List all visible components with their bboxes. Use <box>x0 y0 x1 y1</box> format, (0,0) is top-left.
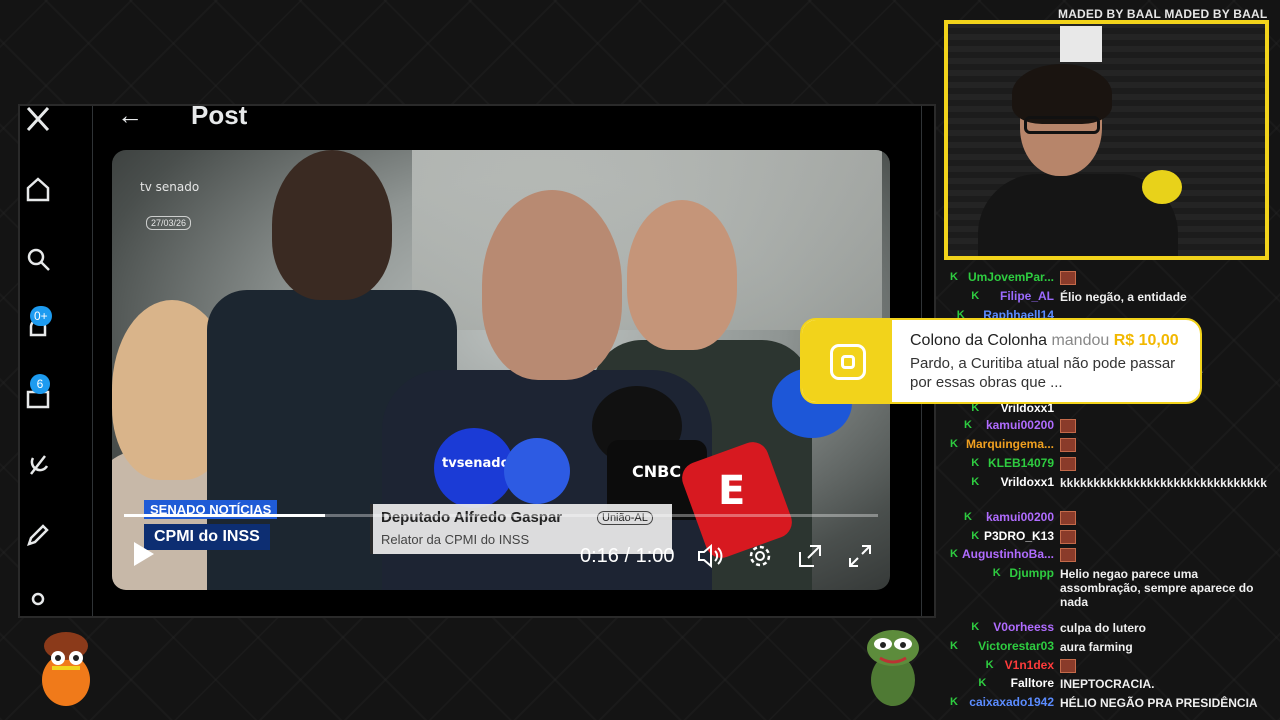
chat-emote <box>1060 548 1076 562</box>
cartoon-sticker <box>28 628 106 712</box>
chat-username[interactable]: AugustinhoBa... <box>962 547 1054 561</box>
chat-username[interactable]: P3DRO_K13 <box>984 529 1054 543</box>
pepe-frog-sticker <box>862 626 924 708</box>
fullscreen-icon[interactable] <box>846 542 874 570</box>
mic-label-cnbc: CNBC <box>632 462 682 481</box>
kick-badge-icon: K <box>964 419 972 431</box>
mic-label-e: E <box>718 468 746 514</box>
man-left-head <box>272 150 392 300</box>
donation-icon-bg <box>802 320 892 402</box>
donation-alert: Colono da Colonha mandou R$ 10,00 Pardo,… <box>800 318 1202 404</box>
mic-label-tvsenado: tvsenado <box>442 456 510 471</box>
webcam-frame <box>944 20 1269 260</box>
microphone <box>1142 170 1182 204</box>
video-progress-bar[interactable] <box>124 514 878 517</box>
channel-logo: tv senado <box>140 180 200 194</box>
write-icon[interactable] <box>24 522 52 550</box>
news-topic: CPMI do INSS <box>144 524 270 550</box>
webcam-title: MADED BY BAAL MADED BY BAAL <box>1058 7 1268 21</box>
chat-username[interactable]: caixaxado1942 <box>969 695 1054 709</box>
chat-message: Helio negao parece uma assombração, semp… <box>1060 567 1254 609</box>
chat-username[interactable]: Djumpp <box>1009 566 1054 580</box>
donation-user: Colono da Colonha <box>910 332 1047 349</box>
kick-badge-icon: K <box>950 548 958 560</box>
donation-action: mandou <box>1051 332 1110 349</box>
kick-badge-icon: K <box>950 640 958 652</box>
man-right-head <box>627 200 737 350</box>
picture-in-picture-icon[interactable] <box>796 542 824 570</box>
arrow-left-icon[interactable]: ← <box>117 100 143 131</box>
messages-badge: 6 <box>30 374 50 394</box>
chat-message: aura farming <box>1060 640 1133 654</box>
kick-badge-icon: K <box>992 567 1001 579</box>
kick-badge-icon: K <box>971 457 980 469</box>
chat-username[interactable]: V0orheess <box>993 620 1054 634</box>
streamer-glasses <box>1024 116 1100 134</box>
video-time: 0:16 / 1:00 <box>580 545 675 567</box>
chat-username[interactable]: UmJovemPar... <box>968 270 1054 284</box>
speaker-head <box>482 190 622 380</box>
chat-emote <box>1060 419 1076 433</box>
profile-icon[interactable] <box>24 590 52 618</box>
search-icon[interactable] <box>24 246 52 274</box>
chat-emote <box>1060 659 1076 673</box>
home-icon[interactable] <box>24 176 52 204</box>
kick-badge-icon: K <box>985 659 994 671</box>
donation-title: Colono da Colonha mandou R$ 10,00 <box>910 332 1179 350</box>
chat-username[interactable]: Filipe_AL <box>1000 289 1054 303</box>
video-date: 27/03/26 <box>146 216 192 230</box>
kick-badge-icon: K <box>971 621 980 633</box>
kick-badge-icon: K <box>964 511 972 523</box>
chat-username[interactable]: V1n1dex <box>1005 658 1054 672</box>
post-title: Post <box>191 100 248 130</box>
chat-emote <box>1060 530 1076 544</box>
livepix-icon <box>830 344 866 380</box>
settings-gear-icon[interactable] <box>746 542 774 570</box>
mic-blue <box>504 438 570 504</box>
kick-badge-icon: K <box>950 696 958 708</box>
video-progress-fill <box>124 514 326 517</box>
streamer-hair <box>1012 64 1112 124</box>
chat-emote <box>1060 438 1076 452</box>
chat-message: culpa do lutero <box>1060 621 1147 635</box>
speaker-name: Deputado Alfredo Gaspar <box>381 509 563 526</box>
chat-message: Élio negão, a entidade <box>1060 290 1187 304</box>
video-player[interactable]: tvsenado CNBC E tv senado 27/03/26 SENAD… <box>112 150 890 590</box>
kick-badge-icon: K <box>950 438 958 450</box>
chat-username[interactable]: KLEB14079 <box>988 456 1054 470</box>
donation-message: Pardo, a Curitiba atual não pode passar … <box>910 355 1176 391</box>
chat-username[interactable]: Marquingema... <box>966 437 1054 451</box>
chat-emote <box>1060 511 1076 525</box>
chat-username[interactable]: Vrildoxx1 <box>1001 475 1054 489</box>
play-icon[interactable] <box>132 540 156 568</box>
x-sidebar-nav: 0+ 6 <box>20 106 86 616</box>
chat-message: HÉLIO NEGÃO PRA PRESIDÊNCIA <box>1060 696 1258 710</box>
chat-username[interactable]: kamui00200 <box>986 418 1054 432</box>
wall-frame <box>1060 26 1102 62</box>
donation-amount: R$ 10,00 <box>1113 332 1179 349</box>
kick-badge-icon: K <box>971 530 980 542</box>
chat-username[interactable]: Victorestar03 <box>978 639 1054 653</box>
volume-icon[interactable] <box>696 542 724 570</box>
kick-badge-icon: K <box>971 290 980 302</box>
speaker-role: Relator da CPMI do INSS <box>381 532 530 547</box>
kick-badge-icon: K <box>978 677 987 689</box>
chat-username[interactable]: kamui00200 <box>986 510 1054 524</box>
chat-emote <box>1060 271 1076 285</box>
chat-message: INEPTOCRACIA. <box>1060 677 1155 691</box>
browser-capture: 0+ 6 ← Post tvsenado CNBC E tv senado 27… <box>18 100 936 618</box>
x-logo-icon[interactable] <box>24 106 52 134</box>
kick-badge-icon: K <box>971 476 980 488</box>
notification-badge: 0+ <box>30 306 52 326</box>
kick-badge-icon: K <box>950 271 958 283</box>
grok-icon[interactable] <box>24 452 52 480</box>
chat-username[interactable]: Falltore <box>1011 676 1054 690</box>
chat-emote <box>1060 457 1076 471</box>
chat-message: kkkkkkkkkkkkkkkkkkkkkkkkkkkkkkk <box>1060 476 1267 490</box>
